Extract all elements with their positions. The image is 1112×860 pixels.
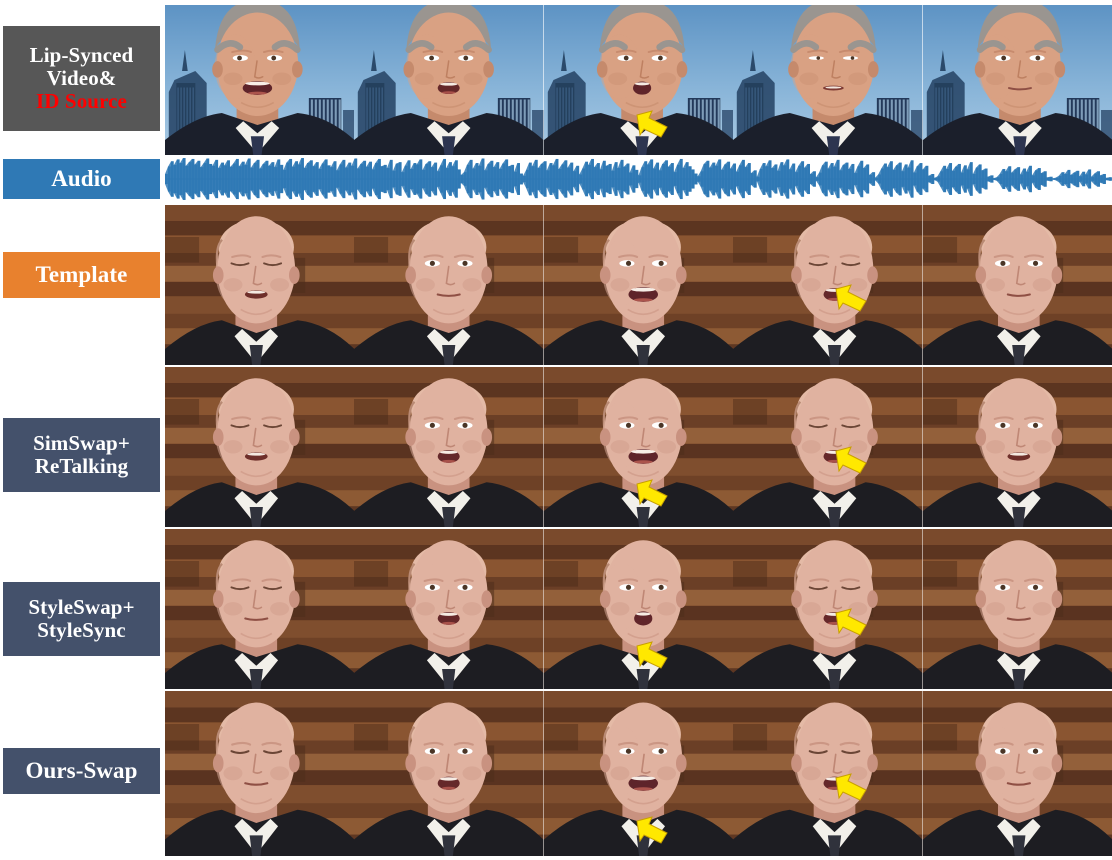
video-frame[interactable]: [922, 691, 1112, 856]
video-frame[interactable]: [922, 367, 1112, 527]
frame-row-ours-swap: [165, 691, 1112, 856]
video-frame[interactable]: [733, 367, 923, 527]
video-frame[interactable]: [543, 205, 734, 365]
video-frame[interactable]: [165, 5, 355, 155]
row-label-line: Audio: [51, 165, 112, 191]
video-frame[interactable]: [543, 367, 734, 527]
row-label-line: ReTalking: [34, 454, 129, 478]
video-frame[interactable]: [733, 691, 923, 856]
video-frame[interactable]: [733, 5, 923, 155]
video-frame[interactable]: [354, 367, 544, 527]
video-frame[interactable]: [543, 691, 734, 856]
video-frame[interactable]: [354, 205, 544, 365]
video-frame[interactable]: [165, 367, 355, 527]
row-label-line: Ours-Swap: [25, 757, 138, 783]
row-label-line: Lip-Synced: [29, 43, 134, 68]
row-label-line: StyleSync: [37, 618, 126, 642]
video-frame[interactable]: [354, 5, 544, 155]
row-label-line: StyleSwap+: [28, 595, 135, 620]
figure-root: Lip-Synced Video& ID Source Audio Templa…: [0, 0, 1112, 860]
frame-row-simswap-retalking: [165, 367, 1112, 527]
frame-row-lip-synced-video-id-source: [165, 5, 1112, 155]
row-label-line: ID Source: [36, 88, 127, 113]
video-frame[interactable]: [733, 529, 923, 689]
row-label-styleswap-stylesync: StyleSwap+ StyleSync: [3, 582, 160, 656]
row-label-lip-synced-video-id-source: Lip-Synced Video& ID Source: [3, 26, 160, 131]
row-label-template: Template: [3, 252, 160, 298]
video-frame[interactable]: [543, 5, 734, 155]
row-label-audio: Audio: [3, 159, 160, 199]
video-frame[interactable]: [165, 205, 355, 365]
video-frame[interactable]: [165, 529, 355, 689]
row-label-line: Video&: [46, 66, 117, 91]
video-frame[interactable]: [543, 529, 734, 689]
video-frame[interactable]: [354, 529, 544, 689]
video-frame[interactable]: [922, 205, 1112, 365]
row-label-ours-swap: Ours-Swap: [3, 748, 160, 794]
video-frame[interactable]: [354, 691, 544, 856]
video-frame[interactable]: [165, 691, 355, 856]
frame-row-template: [165, 205, 1112, 365]
row-label-simswap-retalking: SimSwap+ ReTalking: [3, 418, 160, 492]
video-frame[interactable]: [733, 205, 923, 365]
row-label-line: SimSwap+: [33, 431, 130, 456]
audio-waveform-strip: [165, 155, 1112, 203]
video-frame[interactable]: [922, 529, 1112, 689]
frame-row-styleswap-stylesync: [165, 529, 1112, 689]
row-label-line: Template: [35, 261, 128, 287]
video-frame[interactable]: [922, 5, 1112, 155]
